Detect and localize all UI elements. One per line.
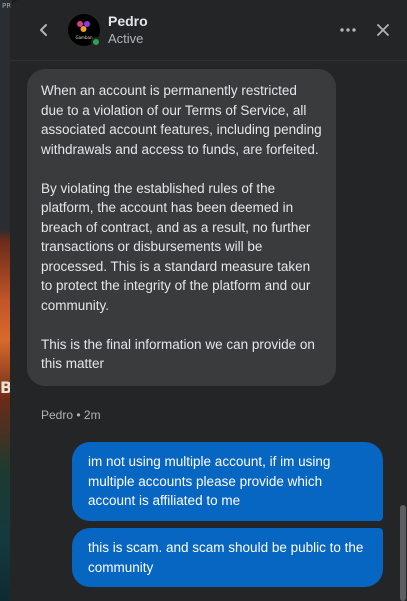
chat-header: Gamban Pedro Active [10, 0, 407, 61]
online-status-dot [91, 37, 101, 47]
scrollbar-thumb[interactable] [400, 505, 406, 601]
gamban-logo-icon [77, 21, 90, 32]
contact-name: Pedro [108, 13, 148, 29]
avatar[interactable]: Gamban [68, 14, 101, 47]
outgoing-message[interactable]: this is scam. and scam should be public … [72, 528, 383, 587]
message-paragraph: By violating the established rules of th… [41, 180, 311, 313]
message-paragraph: This is the final information we can pro… [41, 336, 315, 372]
contact-info[interactable]: Pedro Active [108, 13, 148, 47]
close-button[interactable] [373, 20, 393, 40]
header-actions [337, 19, 393, 41]
page: PR BA Gamban Pedro Active [0, 0, 407, 601]
outgoing-message[interactable]: im not using multiple account, if im usi… [72, 442, 383, 521]
incoming-message[interactable]: When an account is permanently restricte… [27, 69, 336, 386]
chevron-left-icon [40, 24, 47, 36]
message-meta: Pedro • 2m [41, 408, 101, 422]
back-button[interactable] [34, 20, 54, 40]
chat-window: Gamban Pedro Active When an account is p… [10, 0, 407, 601]
close-icon [377, 24, 389, 36]
message-list: When an account is permanently restricte… [10, 61, 407, 601]
more-options-button[interactable] [337, 19, 359, 41]
contact-status: Active [108, 31, 144, 46]
more-horizontal-icon [340, 28, 356, 32]
message-paragraph: When an account is permanently restricte… [41, 83, 322, 157]
